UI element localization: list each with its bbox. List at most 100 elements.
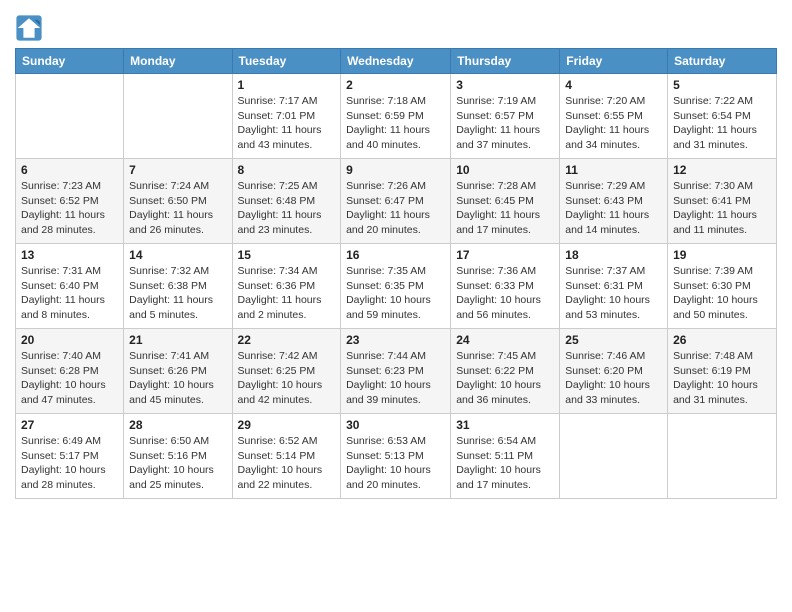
day-number: 8 xyxy=(238,163,336,177)
day-number: 22 xyxy=(238,333,336,347)
col-header-wednesday: Wednesday xyxy=(341,49,451,74)
day-cell: 10Sunrise: 7:28 AM Sunset: 6:45 PM Dayli… xyxy=(451,159,560,244)
day-info: Sunrise: 6:52 AM Sunset: 5:14 PM Dayligh… xyxy=(238,434,336,493)
col-header-thursday: Thursday xyxy=(451,49,560,74)
day-info: Sunrise: 7:39 AM Sunset: 6:30 PM Dayligh… xyxy=(673,264,771,323)
day-cell: 15 Sunrise: 7:34 AM Sunset: 6:36 PM Dayli… xyxy=(232,244,341,329)
day-info: Sunrise: 7:46 AM Sunset: 6:20 PM Dayligh… xyxy=(565,349,662,408)
day-number: 29 xyxy=(238,418,336,432)
col-header-sunday: Sunday xyxy=(16,49,124,74)
day-number: 7 xyxy=(129,163,226,177)
day-info: Sunrise: 7:26 AM Sunset: 6:47 PM Dayligh… xyxy=(346,179,445,238)
day-number: 16 xyxy=(346,248,445,262)
day-info: Sunrise: 6:49 AM Sunset: 5:17 PM Dayligh… xyxy=(21,434,118,493)
day-cell: 27 Sunrise: 6:49 AM Sunset: 5:17 PM Dayli… xyxy=(16,414,124,499)
day-number: 28 xyxy=(129,418,226,432)
week-row-2: 6 Sunrise: 7:23 AM Sunset: 6:52 PM Daylig… xyxy=(16,159,777,244)
day-cell: 9 Sunrise: 7:26 AM Sunset: 6:47 PM Daylig… xyxy=(341,159,451,244)
day-cell: 17Sunrise: 7:36 AM Sunset: 6:33 PM Dayli… xyxy=(451,244,560,329)
day-number: 3 xyxy=(456,78,554,92)
day-info: Sunrise: 7:44 AM Sunset: 6:23 PM Dayligh… xyxy=(346,349,445,408)
day-number: 27 xyxy=(21,418,118,432)
calendar-table: SundayMondayTuesdayWednesdayThursdayFrid… xyxy=(15,48,777,499)
week-row-4: 20 Sunrise: 7:40 AM Sunset: 6:28 PM Dayli… xyxy=(16,329,777,414)
day-info: Sunrise: 7:35 AM Sunset: 6:35 PM Dayligh… xyxy=(346,264,445,323)
day-cell: 1 Sunrise: 7:17 AM Sunset: 7:01 PM Daylig… xyxy=(232,74,341,159)
day-number: 30 xyxy=(346,418,445,432)
day-info: Sunrise: 7:17 AM Sunset: 7:01 PM Dayligh… xyxy=(238,94,336,153)
day-cell xyxy=(16,74,124,159)
col-header-friday: Friday xyxy=(560,49,668,74)
day-info: Sunrise: 7:34 AM Sunset: 6:36 PM Dayligh… xyxy=(238,264,336,323)
day-cell: 14 Sunrise: 7:32 AM Sunset: 6:38 PM Dayli… xyxy=(124,244,232,329)
day-cell: 22 Sunrise: 7:42 AM Sunset: 6:25 PM Dayli… xyxy=(232,329,341,414)
day-info: Sunrise: 7:36 AM Sunset: 6:33 PM Dayligh… xyxy=(456,264,554,323)
week-row-1: 1 Sunrise: 7:17 AM Sunset: 7:01 PM Daylig… xyxy=(16,74,777,159)
day-info: Sunrise: 7:30 AM Sunset: 6:41 PM Dayligh… xyxy=(673,179,771,238)
day-info: Sunrise: 7:22 AM Sunset: 6:54 PM Dayligh… xyxy=(673,94,771,153)
day-cell: 2Sunrise: 7:18 AM Sunset: 6:59 PM Daylig… xyxy=(341,74,451,159)
page: SundayMondayTuesdayWednesdayThursdayFrid… xyxy=(0,0,792,514)
day-number: 13 xyxy=(21,248,118,262)
day-number: 24 xyxy=(456,333,554,347)
day-info: Sunrise: 7:32 AM Sunset: 6:38 PM Dayligh… xyxy=(129,264,226,323)
day-cell: 12 Sunrise: 7:30 AM Sunset: 6:41 PM Dayli… xyxy=(668,159,777,244)
day-number: 6 xyxy=(21,163,118,177)
day-info: Sunrise: 7:41 AM Sunset: 6:26 PM Dayligh… xyxy=(129,349,226,408)
day-info: Sunrise: 7:31 AM Sunset: 6:40 PM Dayligh… xyxy=(21,264,118,323)
day-number: 11 xyxy=(565,163,662,177)
day-info: Sunrise: 7:20 AM Sunset: 6:55 PM Dayligh… xyxy=(565,94,662,153)
day-cell: 4 Sunrise: 7:20 AM Sunset: 6:55 PM Daylig… xyxy=(560,74,668,159)
day-cell: 29 Sunrise: 6:52 AM Sunset: 5:14 PM Dayli… xyxy=(232,414,341,499)
header-row: SundayMondayTuesdayWednesdayThursdayFrid… xyxy=(16,49,777,74)
day-cell: 28 Sunrise: 6:50 AM Sunset: 5:16 PM Dayli… xyxy=(124,414,232,499)
day-number: 5 xyxy=(673,78,771,92)
day-cell: 18 Sunrise: 7:37 AM Sunset: 6:31 PM Dayli… xyxy=(560,244,668,329)
day-info: Sunrise: 7:24 AM Sunset: 6:50 PM Dayligh… xyxy=(129,179,226,238)
day-number: 20 xyxy=(21,333,118,347)
day-number: 15 xyxy=(238,248,336,262)
day-info: Sunrise: 7:45 AM Sunset: 6:22 PM Dayligh… xyxy=(456,349,554,408)
day-number: 1 xyxy=(238,78,336,92)
day-cell: 21Sunrise: 7:41 AM Sunset: 6:26 PM Dayli… xyxy=(124,329,232,414)
day-cell: 8 Sunrise: 7:25 AM Sunset: 6:48 PM Daylig… xyxy=(232,159,341,244)
col-header-saturday: Saturday xyxy=(668,49,777,74)
day-info: Sunrise: 7:23 AM Sunset: 6:52 PM Dayligh… xyxy=(21,179,118,238)
header xyxy=(15,10,777,42)
col-header-tuesday: Tuesday xyxy=(232,49,341,74)
day-info: Sunrise: 6:54 AM Sunset: 5:11 PM Dayligh… xyxy=(456,434,554,493)
day-info: Sunrise: 7:28 AM Sunset: 6:45 PM Dayligh… xyxy=(456,179,554,238)
col-header-monday: Monday xyxy=(124,49,232,74)
day-info: Sunrise: 7:37 AM Sunset: 6:31 PM Dayligh… xyxy=(565,264,662,323)
day-number: 26 xyxy=(673,333,771,347)
logo xyxy=(15,14,45,42)
logo-icon xyxy=(15,14,43,42)
day-info: Sunrise: 7:42 AM Sunset: 6:25 PM Dayligh… xyxy=(238,349,336,408)
day-cell xyxy=(124,74,232,159)
week-row-5: 27 Sunrise: 6:49 AM Sunset: 5:17 PM Dayli… xyxy=(16,414,777,499)
day-info: Sunrise: 7:40 AM Sunset: 6:28 PM Dayligh… xyxy=(21,349,118,408)
day-cell: 30Sunrise: 6:53 AM Sunset: 5:13 PM Dayli… xyxy=(341,414,451,499)
day-info: Sunrise: 6:50 AM Sunset: 5:16 PM Dayligh… xyxy=(129,434,226,493)
day-cell: 20 Sunrise: 7:40 AM Sunset: 6:28 PM Dayli… xyxy=(16,329,124,414)
day-info: Sunrise: 7:19 AM Sunset: 6:57 PM Dayligh… xyxy=(456,94,554,153)
day-cell: 3 Sunrise: 7:19 AM Sunset: 6:57 PM Daylig… xyxy=(451,74,560,159)
day-number: 18 xyxy=(565,248,662,262)
day-cell: 24 Sunrise: 7:45 AM Sunset: 6:22 PM Dayli… xyxy=(451,329,560,414)
day-cell: 13 Sunrise: 7:31 AM Sunset: 6:40 PM Dayli… xyxy=(16,244,124,329)
day-number: 19 xyxy=(673,248,771,262)
week-row-3: 13 Sunrise: 7:31 AM Sunset: 6:40 PM Dayli… xyxy=(16,244,777,329)
day-number: 4 xyxy=(565,78,662,92)
day-cell: 23Sunrise: 7:44 AM Sunset: 6:23 PM Dayli… xyxy=(341,329,451,414)
day-number: 9 xyxy=(346,163,445,177)
day-number: 14 xyxy=(129,248,226,262)
day-cell xyxy=(668,414,777,499)
day-info: Sunrise: 7:48 AM Sunset: 6:19 PM Dayligh… xyxy=(673,349,771,408)
day-cell: 5 Sunrise: 7:22 AM Sunset: 6:54 PM Daylig… xyxy=(668,74,777,159)
day-cell: 26 Sunrise: 7:48 AM Sunset: 6:19 PM Dayli… xyxy=(668,329,777,414)
day-cell: 31Sunrise: 6:54 AM Sunset: 5:11 PM Dayli… xyxy=(451,414,560,499)
day-number: 12 xyxy=(673,163,771,177)
day-cell: 7 Sunrise: 7:24 AM Sunset: 6:50 PM Daylig… xyxy=(124,159,232,244)
day-info: Sunrise: 7:25 AM Sunset: 6:48 PM Dayligh… xyxy=(238,179,336,238)
day-info: Sunrise: 7:29 AM Sunset: 6:43 PM Dayligh… xyxy=(565,179,662,238)
